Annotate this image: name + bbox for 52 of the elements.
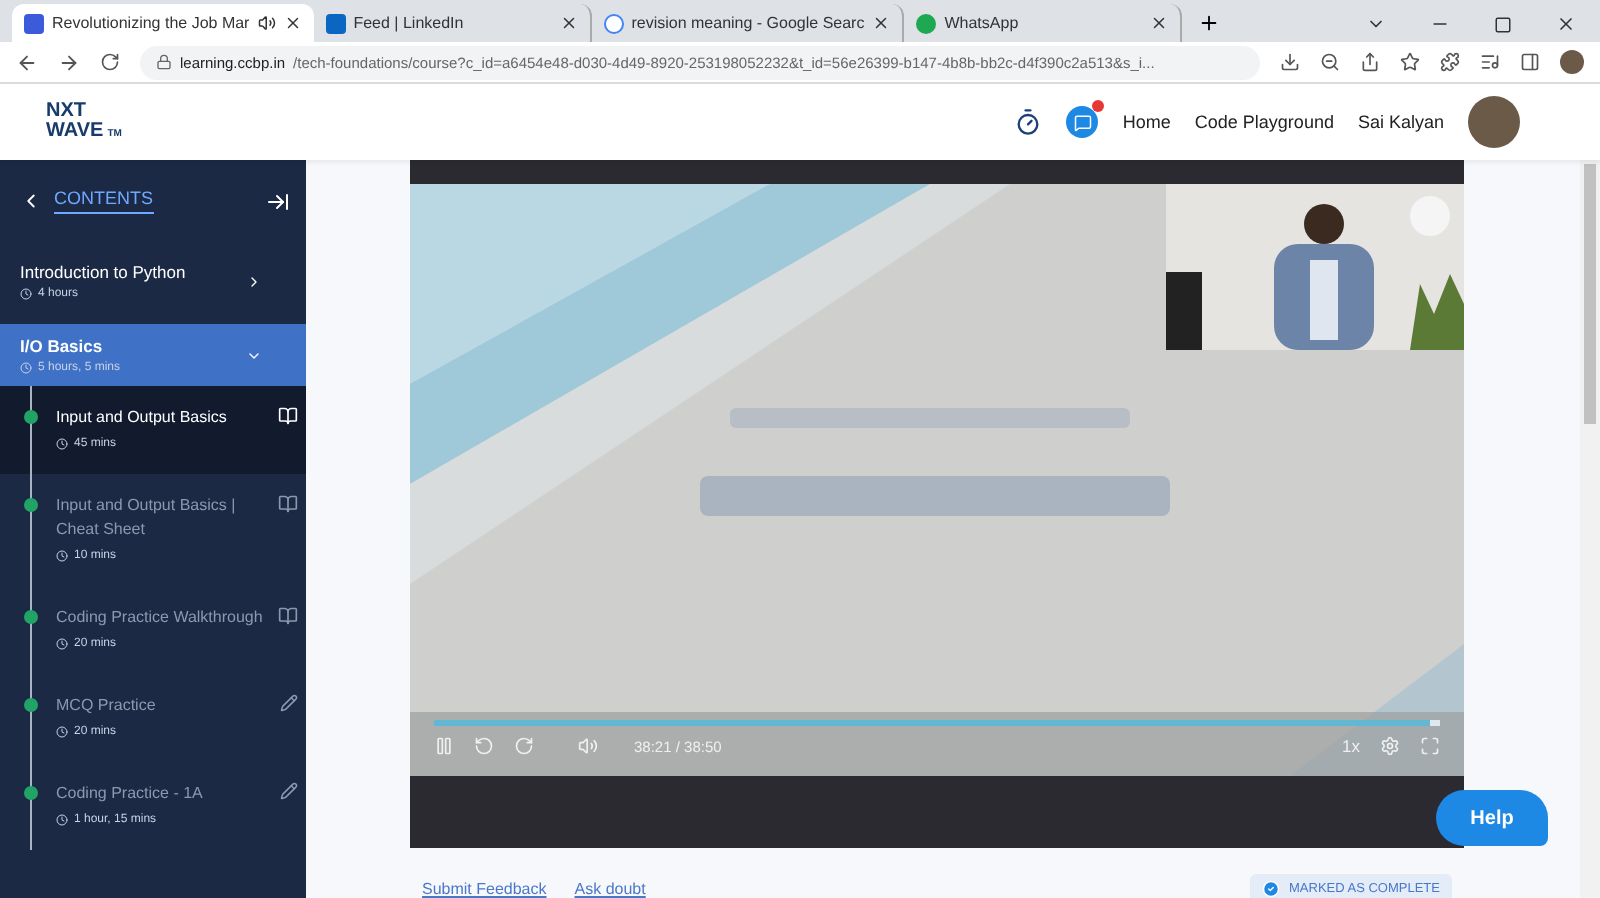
contents-title[interactable]: CONTENTS: [54, 188, 153, 214]
chat-button[interactable]: [1066, 106, 1099, 138]
footer-link[interactable]: Submit Feedback: [422, 880, 547, 898]
clock-icon: [20, 362, 32, 374]
timer-icon[interactable]: [1014, 108, 1043, 136]
collapse-icon[interactable]: [266, 189, 290, 213]
reload-icon[interactable]: [100, 52, 120, 72]
profile-avatar[interactable]: [1560, 50, 1584, 74]
help-button[interactable]: Help: [1436, 790, 1548, 846]
browser-tab[interactable]: Revolutionizing the Job Mar: [12, 4, 314, 42]
user-name: Sai Kalyan: [1357, 112, 1444, 132]
scrollbar[interactable]: [1580, 160, 1600, 898]
lock-icon: [156, 54, 172, 70]
close-icon[interactable]: [283, 14, 302, 32]
restore-icon[interactable]: [1494, 15, 1512, 33]
download-icon[interactable]: [1280, 52, 1300, 72]
close-icon[interactable]: [1150, 14, 1169, 32]
pencil-icon: [280, 782, 298, 800]
book-icon: [278, 494, 298, 514]
speaker-icon[interactable]: [257, 14, 276, 32]
back-icon[interactable]: [16, 51, 38, 73]
chevron-right-icon: [246, 273, 262, 289]
chat-icon: [1073, 113, 1092, 131]
clock-icon: [56, 726, 68, 738]
pencil-icon: [280, 694, 298, 712]
favicon-icon: [24, 13, 44, 33]
clock-icon: [56, 638, 68, 650]
favicon-icon: [325, 13, 346, 33]
close-icon[interactable]: [872, 14, 891, 32]
close-icon[interactable]: [559, 14, 578, 32]
media-icon[interactable]: [1480, 52, 1500, 72]
book-icon: [278, 606, 298, 626]
clock-icon: [56, 550, 68, 562]
new-tab-icon[interactable]: [1198, 12, 1221, 34]
close-icon[interactable]: [1556, 14, 1576, 34]
book-icon: [278, 406, 298, 426]
check-icon: [1261, 880, 1279, 898]
favicon-icon: [603, 13, 624, 33]
share-icon[interactable]: [1360, 52, 1380, 72]
nav-link[interactable]: Home: [1122, 112, 1171, 132]
forward-icon[interactable]: [58, 51, 80, 73]
side-panel-icon[interactable]: [1520, 52, 1540, 72]
nav-link[interactable]: Code Playground: [1194, 112, 1334, 132]
clock-icon: [56, 438, 68, 450]
zoom-icon[interactable]: [1320, 52, 1340, 72]
clock-icon: [20, 288, 32, 300]
favicon-icon: [916, 13, 937, 33]
puzzle-icon[interactable]: [1440, 52, 1460, 72]
footer-link[interactable]: Ask doubt: [574, 880, 646, 898]
star-icon[interactable]: [1400, 52, 1420, 72]
clock-icon: [56, 814, 68, 826]
user-avatar[interactable]: [1468, 96, 1520, 148]
